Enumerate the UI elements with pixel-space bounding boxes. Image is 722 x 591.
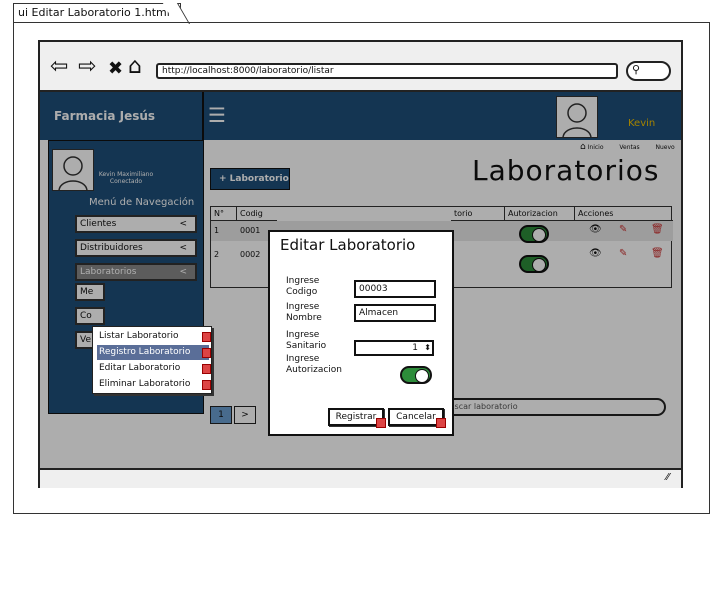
label-line: Ingrese [286,354,320,364]
menu-item-eliminar[interactable]: Eliminar Laboratorio [97,377,211,392]
home-icon[interactable]: ⌂ [128,56,142,78]
window-title: ui Editar Laboratorio 1.html [18,6,170,19]
codigo-field[interactable]: 00003 [354,280,436,298]
dialog-title: Editar Laboratorio [280,236,416,254]
label-line: Sanitario [286,341,327,351]
stepper-arrows-icon[interactable]: ⬍ [424,342,431,354]
link-icon [202,348,211,358]
link-icon [376,418,386,428]
cancelar-button[interactable]: Cancelar [388,408,446,428]
app-page: Farmacia Jesús Nazareno ☰ Kevin Kevin Ma… [40,92,681,488]
autorizacion-label: Ingrese Autorizacion [286,354,342,376]
button-label: Cancelar [396,412,436,422]
label-line: Autorizacion [286,365,342,375]
menu-item-registro[interactable]: Registro Laboratorio [97,345,211,360]
browser-toolbar: ⇦ ⇨ ✖ ⌂ http://localhost:8000/laboratori… [40,42,681,92]
menu-item-label: Registro Laboratorio [99,347,191,357]
sanitario-stepper[interactable]: 1 ⬍ [354,340,434,356]
laboratorio-popup-menu: Listar Laboratorio Registro Laboratorio … [92,326,212,394]
browser-window: ⇦ ⇨ ✖ ⌂ http://localhost:8000/laboratori… [38,40,683,488]
button-label: Registrar [335,412,377,422]
codigo-label: Ingrese Codigo [286,276,319,298]
back-icon[interactable]: ⇦ [50,56,68,78]
search-icon: ⚲ [632,63,641,76]
nombre-label: Ingrese Nombre [286,302,322,324]
label-line: Ingrese [286,276,320,286]
link-icon [202,380,211,390]
sanitario-label: Ingrese Sanitario [286,330,326,352]
stepper-value: 1 [412,343,418,353]
menu-item-editar[interactable]: Editar Laboratorio [97,361,211,376]
menu-item-label: Listar Laboratorio [99,331,179,341]
link-icon [202,364,211,374]
registrar-button[interactable]: Registrar [328,408,386,428]
close-icon[interactable]: ✖ [108,58,123,80]
label-line: Ingrese [286,302,320,312]
menu-item-label: Editar Laboratorio [99,363,181,373]
label-line: Nombre [286,313,322,323]
browser-statusbar [40,468,681,488]
forward-icon[interactable]: ⇨ [78,56,96,78]
label-line: Ingrese [286,330,320,340]
nombre-field[interactable]: Almacen [354,304,436,322]
autorizacion-toggle[interactable] [400,366,432,384]
link-icon [436,418,446,428]
link-icon [202,332,211,342]
resize-grip-icon[interactable]: ⁄⁄ [666,472,669,483]
browser-search-input[interactable]: ⚲ [626,61,671,81]
menu-item-listar[interactable]: Listar Laboratorio [97,329,211,344]
label-line: Codigo [286,287,318,297]
editar-laboratorio-dialog: Editar Laboratorio Ingrese Codigo 00003 I… [268,230,454,436]
window-title-tab: ui Editar Laboratorio 1.html [13,3,181,23]
menu-item-label: Eliminar Laboratorio [99,379,191,389]
url-input[interactable]: http://localhost:8000/laboratorio/listar [156,63,618,79]
